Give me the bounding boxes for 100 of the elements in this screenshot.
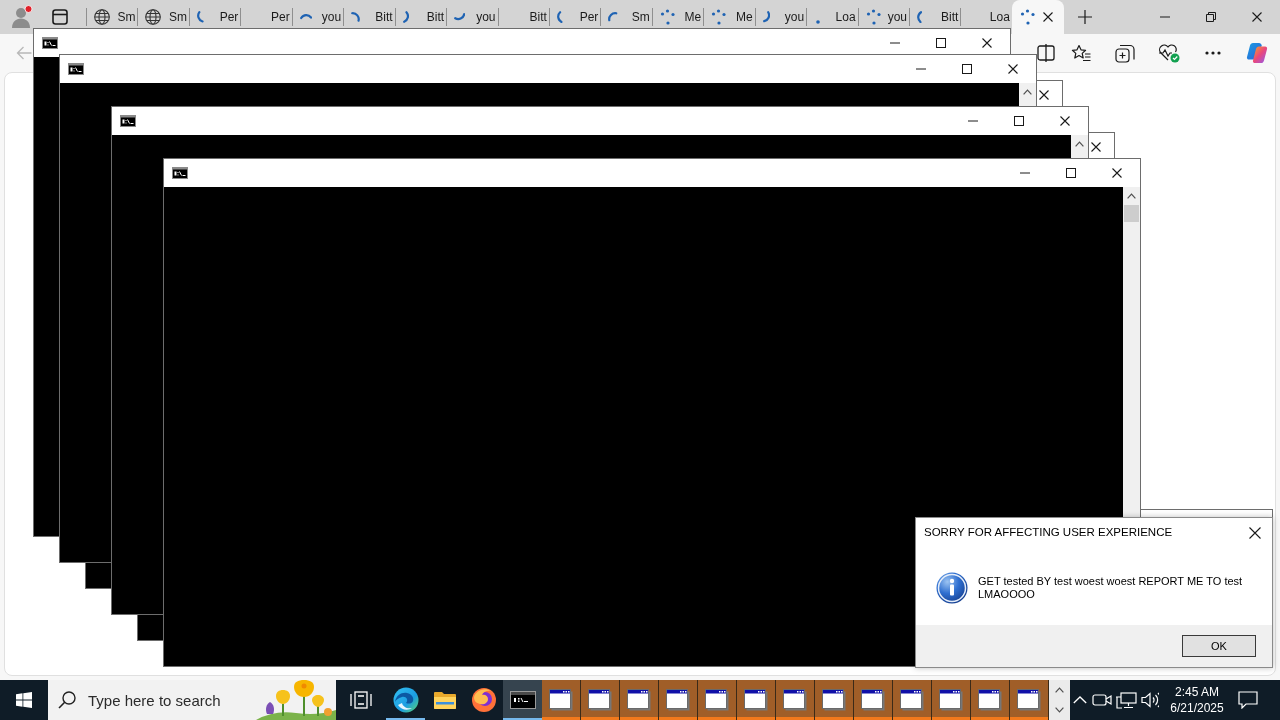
close-icon (1112, 168, 1122, 178)
console-icon (172, 167, 188, 179)
speech-bubble-icon (1238, 691, 1258, 709)
maximize-icon (936, 38, 946, 48)
browser-tab[interactable]: Me (651, 0, 704, 28)
globe-icon (94, 9, 110, 25)
tab-icon (52, 9, 68, 25)
chevron-up-icon (1055, 687, 1064, 693)
window-icon (588, 689, 612, 711)
close-icon (1249, 527, 1261, 539)
person-icon (11, 5, 33, 29)
browser-tab[interactable]: Loa (960, 0, 1012, 28)
browser-tab[interactable]: Bitt (394, 0, 447, 28)
loading-spinner-icon (196, 11, 204, 23)
close-icon (1060, 116, 1070, 126)
taskbar-window-button[interactable] (893, 680, 932, 720)
split-screen-icon (1037, 44, 1055, 62)
close-icon (1008, 64, 1018, 74)
split-screen-button[interactable] (1036, 43, 1056, 63)
taskbar-window-button[interactable] (971, 680, 1010, 720)
clock-date[interactable]: 6/21/2025 (1170, 700, 1224, 716)
browser-tab[interactable]: Bitt (909, 0, 961, 28)
clock-time[interactable]: 2:45 AM (1175, 684, 1219, 700)
taskbar-app-button[interactable] (503, 680, 542, 720)
browser-tab[interactable]: Bitt (497, 0, 549, 28)
window-icon (549, 689, 573, 711)
maximize-icon (962, 64, 972, 74)
taskbar-window-button[interactable] (659, 680, 698, 720)
search-field[interactable]: Type here to search (88, 687, 256, 713)
taskbar-window-button[interactable] (620, 680, 659, 720)
camera-icon (1092, 691, 1112, 709)
close-icon[interactable] (1039, 90, 1049, 100)
browser-tab[interactable]: you (446, 0, 498, 28)
browser-tab[interactable]: Sm (600, 0, 652, 28)
loading-spinner-icon (351, 12, 361, 22)
console-icon (120, 115, 136, 127)
taskbar-window-button[interactable] (698, 680, 737, 720)
window-icon (861, 689, 885, 711)
close-icon (982, 38, 992, 48)
loading-spinner-icon (454, 13, 466, 21)
maximize-icon (1066, 168, 1076, 178)
console-icon (68, 63, 84, 75)
folder-icon (432, 690, 457, 710)
loading-spinner-icon (762, 11, 770, 23)
browser-icon (392, 687, 419, 713)
loading-spinner-icon (556, 10, 563, 24)
loading-dots-icon (711, 9, 728, 25)
network-icon (1115, 691, 1137, 709)
browser-tab[interactable]: Bitt (343, 0, 395, 28)
window-icon (744, 689, 768, 711)
window-icon (900, 689, 924, 711)
window-icon (627, 689, 651, 711)
ok-button[interactable]: OK (1182, 635, 1256, 657)
assistant-logo-icon (1246, 42, 1268, 64)
browser-tab[interactable]: Per (188, 0, 241, 28)
chevron-up-icon (1075, 140, 1084, 147)
browser-tab[interactable]: you (291, 0, 344, 28)
dot-icon (816, 20, 821, 24)
taskbar-window-button[interactable] (815, 680, 854, 720)
collections-icon (1115, 43, 1135, 63)
loading-spinner-icon (608, 12, 618, 22)
browser-tab[interactable]: you (857, 0, 909, 28)
minimize-icon (968, 120, 978, 122)
info-icon (936, 572, 968, 604)
taskbar-window-button[interactable] (737, 680, 776, 720)
browser-tab[interactable]: Sm (137, 0, 189, 28)
browser-tab[interactable]: Sm (86, 0, 138, 28)
dialog-title: SORRY FOR AFFECTING USER EXPERIENCE (924, 525, 1173, 541)
browser-tab[interactable]: Per (548, 0, 601, 28)
taskbar-window-button[interactable] (1010, 680, 1049, 720)
close-icon[interactable] (1091, 142, 1101, 152)
taskbar-window-button[interactable] (932, 680, 971, 720)
browser-tab[interactable]: you (754, 0, 807, 28)
taskbar-window-button[interactable] (776, 680, 815, 720)
more-icon (1205, 51, 1221, 55)
browser-tab[interactable]: Me (703, 0, 755, 28)
taskbar-window-button[interactable] (581, 680, 620, 720)
chevron-up-icon (1023, 88, 1032, 95)
loading-dots-icon (865, 9, 882, 25)
window-icon (822, 689, 846, 711)
minimize-icon (1160, 16, 1170, 18)
globe-icon (145, 9, 162, 25)
browser-tab[interactable] (1011, 0, 1064, 34)
browser-tab[interactable]: Loa (806, 0, 858, 28)
minimize-icon (1020, 172, 1030, 174)
task-view-icon (350, 690, 372, 710)
close-icon (1042, 12, 1053, 22)
taskbar-window-button[interactable] (854, 680, 893, 720)
console-icon (42, 37, 58, 49)
scrollbar-thumb[interactable] (1124, 205, 1139, 222)
search-box[interactable]: Type here to search (48, 680, 336, 720)
restore-icon (1206, 12, 1216, 22)
loading-dots-icon (659, 9, 676, 25)
browser-tab[interactable]: Per (240, 0, 292, 28)
plus-icon (1077, 10, 1092, 24)
loading-spinner-icon (402, 11, 409, 23)
taskbar-window-button[interactable] (542, 680, 581, 720)
close-icon (1252, 12, 1262, 22)
window-icon (978, 689, 1002, 711)
window-icon (705, 689, 729, 711)
